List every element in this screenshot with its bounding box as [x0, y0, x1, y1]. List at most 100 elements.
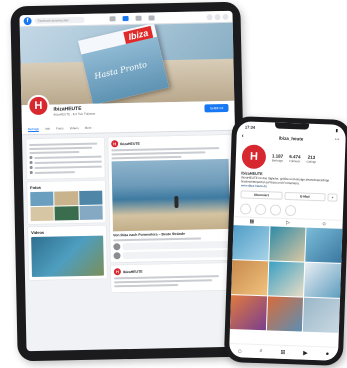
stat-following[interactable]: 213 Gefolgt — [306, 154, 316, 163]
facebook-page-screen: f Facebook durchsuchen Ibiza Hasta Pront… — [19, 10, 240, 352]
messenger-icon[interactable] — [214, 13, 221, 20]
notifications-icon[interactable] — [222, 13, 229, 20]
profile-stats: 1.187 Beiträge 6.474 Follower 213 Gefolg… — [272, 153, 317, 164]
text-line — [34, 155, 102, 159]
grid-post[interactable] — [268, 226, 306, 262]
email-button[interactable]: E-Mail — [283, 191, 326, 202]
like-page-button[interactable]: Gefällt mir — [204, 103, 229, 113]
tab-more[interactable]: Mehr — [85, 126, 92, 131]
post-caption[interactable]: Von Ibiza nach Formentera – Beste Stränd… — [113, 231, 230, 238]
feed-column: H IbizaHEUTE Von Ibiza nach Formentera –… — [108, 134, 235, 293]
status-time: 17:34 — [244, 123, 256, 130]
following-button[interactable]: Abonniert — [240, 190, 283, 200]
reels-tab-icon[interactable]: ▷ — [286, 220, 290, 226]
watch-icon[interactable] — [135, 15, 142, 21]
videos-card: Videos — [27, 225, 108, 281]
post-avatar[interactable]: H — [111, 140, 119, 148]
home-icon[interactable] — [109, 16, 116, 22]
tab-info[interactable]: Info — [45, 127, 50, 132]
tagged-icon[interactable]: ☺ — [322, 221, 327, 227]
stat-followers[interactable]: 6.474 Follower — [289, 154, 301, 163]
search-icon[interactable]: ⌕ — [259, 348, 263, 355]
tab-videos[interactable]: Videos — [70, 126, 79, 131]
photo-thumb[interactable] — [79, 205, 103, 221]
photo-thumb[interactable] — [54, 206, 79, 221]
grid-post[interactable] — [266, 296, 304, 332]
info-icon — [29, 161, 33, 165]
page-tabs: Beiträge Info Fotos Videos Mehr — [27, 126, 92, 133]
info-row — [29, 170, 102, 175]
photo-thumb[interactable] — [54, 191, 79, 206]
home-icon[interactable]: ⌂ — [238, 348, 242, 354]
grid-icon[interactable]: ▦ — [249, 219, 254, 225]
comment-bubble — [122, 240, 231, 251]
text-line — [111, 151, 206, 156]
stat-label: Follower — [289, 158, 301, 163]
facebook-logo-icon[interactable]: f — [23, 16, 32, 25]
info-row — [29, 160, 102, 165]
tablet-device: f Facebook durchsuchen Ibiza Hasta Pront… — [10, 1, 248, 362]
person-figure — [174, 195, 179, 209]
highlight-circle[interactable] — [269, 204, 282, 216]
info-icon — [29, 166, 33, 170]
info-row — [29, 165, 102, 170]
info-icon — [29, 156, 33, 160]
grid-post[interactable] — [232, 225, 270, 261]
text-line — [34, 165, 102, 169]
post-header: H IbizaHEUTE — [111, 138, 228, 148]
account-actions — [206, 13, 229, 20]
post-image[interactable] — [111, 158, 231, 232]
facebook-nav — [109, 15, 155, 22]
highlight-circle[interactable] — [239, 203, 252, 215]
reels-icon[interactable]: ▶ — [303, 350, 308, 357]
comment-row — [113, 249, 231, 260]
stat-label: Gefolgt — [306, 159, 317, 164]
commenter-avatar — [113, 243, 121, 251]
more-icon[interactable]: ⋯ — [334, 137, 339, 143]
text-line — [114, 283, 179, 288]
post-author[interactable]: IbizaHEUTE — [120, 141, 140, 145]
info-row — [29, 155, 102, 160]
add-icon[interactable]: ⊞ — [280, 349, 285, 356]
back-arrow-icon[interactable]: ‹ — [242, 133, 244, 139]
info-icon — [29, 171, 33, 175]
post-grid — [229, 225, 343, 333]
stat-label: Beiträge — [271, 157, 284, 163]
menu-icon[interactable] — [206, 13, 213, 20]
post-author[interactable]: IbizaHEUTE — [123, 269, 143, 273]
video-thumb[interactable] — [31, 235, 104, 278]
stat-posts[interactable]: 1.187 Beiträge — [272, 153, 284, 162]
page-header: H IbizaHEUTE IbizaHEUTE · 8,3 Tsd. Follo… — [21, 94, 235, 136]
grid-post[interactable] — [267, 261, 305, 297]
grid-post[interactable] — [229, 295, 267, 331]
profile-avatar[interactable]: H — [241, 144, 267, 170]
photos-title: Fotos — [30, 184, 42, 191]
photo-thumb[interactable] — [30, 191, 54, 207]
profile-icon[interactable]: ● — [325, 351, 329, 357]
photo-thumb[interactable] — [30, 206, 55, 222]
photos-card: Fotos — [26, 180, 106, 225]
text-line — [29, 146, 93, 151]
photo-thumb[interactable] — [78, 190, 103, 206]
grid-post[interactable] — [303, 297, 341, 333]
highlight-circle[interactable] — [284, 204, 297, 217]
add-person-icon[interactable]: + — [327, 193, 338, 202]
battery-icon: ▮ — [335, 127, 339, 133]
grid-post[interactable] — [305, 227, 343, 263]
phone-device: 17:34 ▮ ‹ ibiza_heute ⋯ H 1.187 Beiträge… — [223, 115, 347, 367]
tab-photos[interactable]: Fotos — [56, 126, 64, 131]
text-line — [34, 170, 75, 174]
groups-icon[interactable] — [148, 15, 155, 21]
bottom-nav: ⌂ ⌕ ⊞ ▶ ● — [228, 343, 339, 361]
page-avatar[interactable]: H — [27, 94, 50, 118]
videos-title: Videos — [30, 229, 45, 236]
grid-post[interactable] — [304, 262, 342, 298]
pages-icon[interactable] — [122, 15, 129, 22]
second-post-card: H IbizaHEUTE — [110, 262, 235, 293]
post-avatar[interactable]: H — [113, 268, 121, 276]
text-line — [114, 279, 213, 284]
search-input[interactable]: Facebook durchsuchen — [34, 16, 85, 24]
tab-posts[interactable]: Beiträge — [27, 126, 40, 133]
highlight-circle[interactable] — [254, 203, 267, 216]
grid-post[interactable] — [231, 260, 268, 296]
